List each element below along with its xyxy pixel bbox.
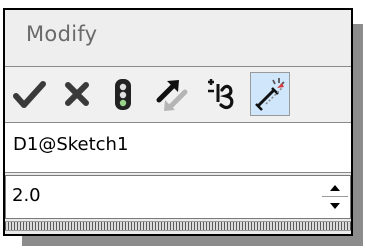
dialog-title-bar: Modify [5, 10, 351, 66]
spinner-up-icon[interactable] [322, 178, 348, 197]
ok-button[interactable] [10, 72, 50, 116]
checkmark-icon [13, 81, 46, 108]
value-text: 2.0 [12, 185, 41, 206]
dialog-title: Modify [26, 22, 98, 46]
rebuild-traffic-light-icon [115, 79, 131, 110]
mark-dimension-button[interactable] [250, 72, 290, 116]
reset-arrows-icon [156, 80, 188, 111]
value-spinner [322, 178, 348, 216]
reset-value-button[interactable] [151, 72, 191, 116]
dimension-name: D1@Sketch1 [13, 134, 129, 155]
value-area: 2.0 [5, 173, 351, 234]
rebuild-button[interactable] [103, 72, 143, 116]
value-input[interactable]: 2.0 [5, 175, 351, 219]
mark-dimension-import-icon [255, 78, 285, 111]
cancel-button[interactable] [57, 72, 97, 116]
modify-toolbar [5, 66, 351, 123]
reverse-dimension-button[interactable] [199, 72, 239, 116]
modify-dialog: Modify D1@Sketch1 2.0 [3, 8, 353, 236]
spinner-down-icon[interactable] [322, 197, 348, 216]
thumbwheel-slider[interactable] [5, 221, 351, 231]
close-x-icon [65, 82, 89, 106]
dimension-name-field[interactable]: D1@Sketch1 [5, 123, 351, 173]
reverse-dimension-icon [208, 79, 234, 110]
